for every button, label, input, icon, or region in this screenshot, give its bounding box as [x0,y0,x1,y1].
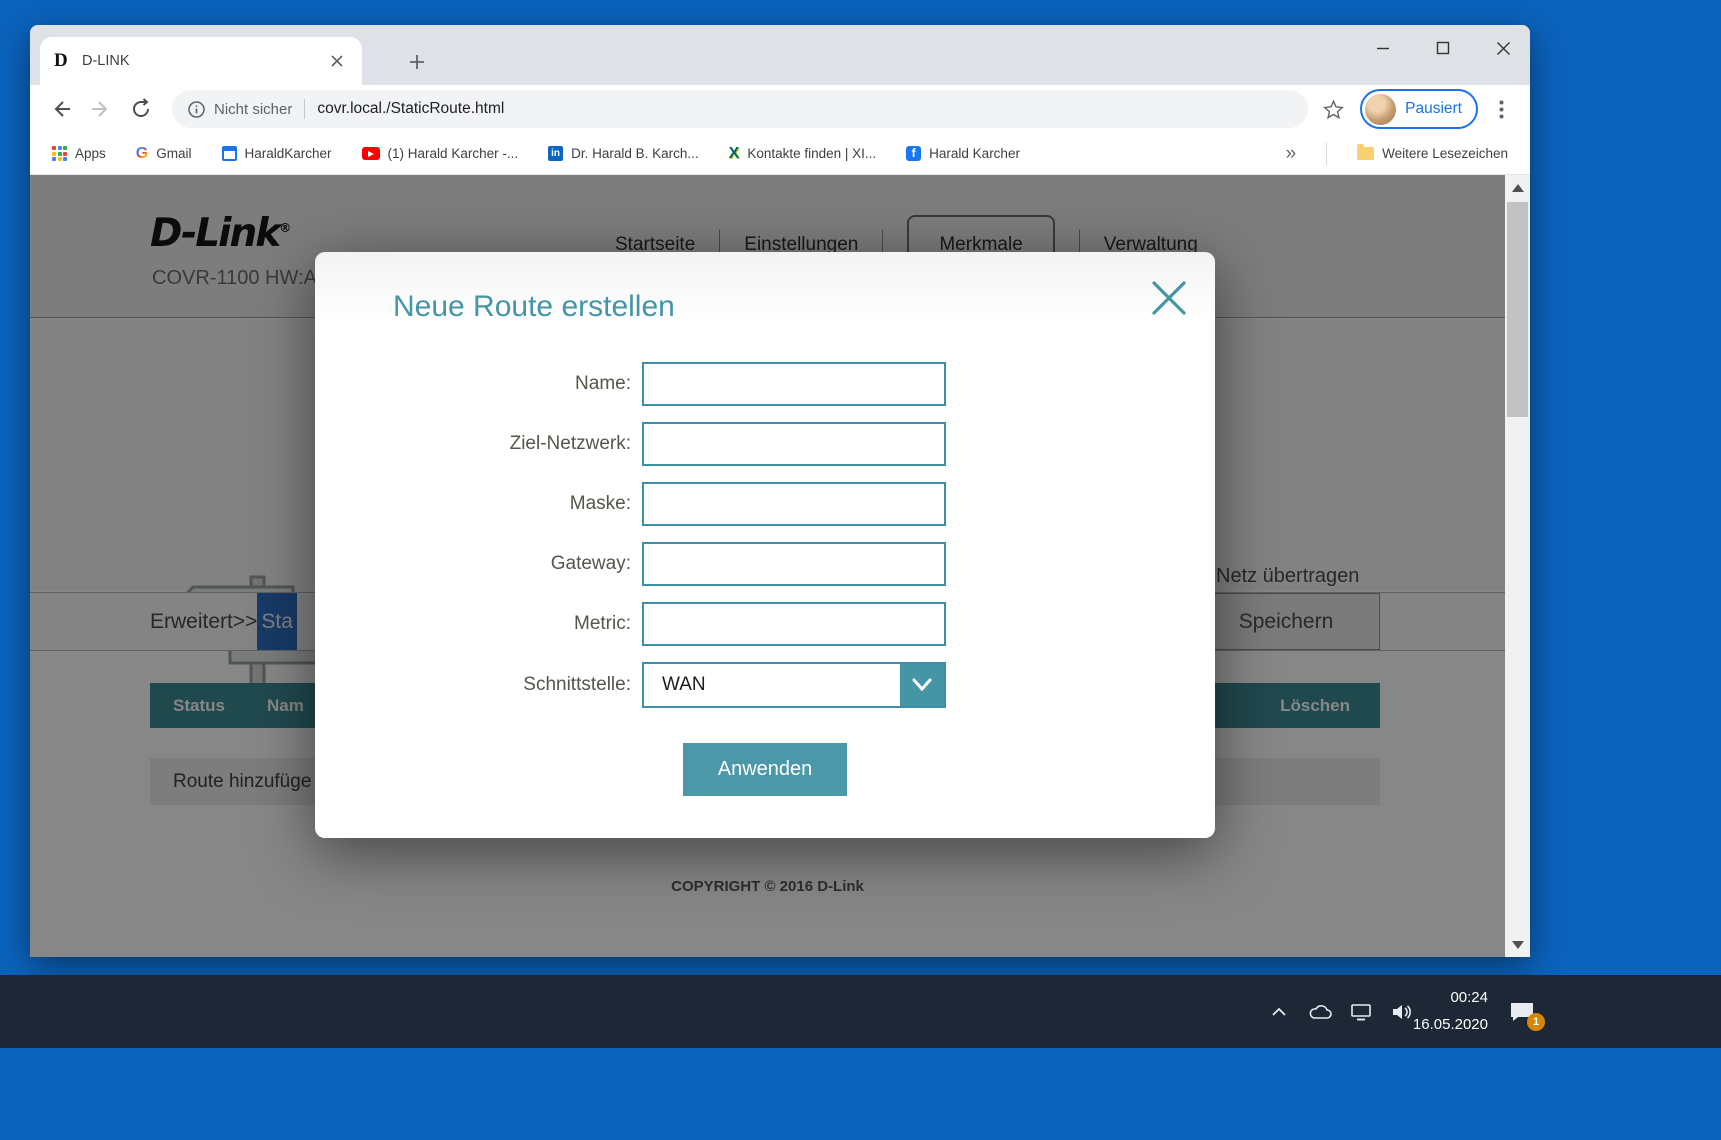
windows-taskbar: 00:24 16.05.2020 1 [0,975,1721,1048]
metric-label: Metric: [315,613,642,635]
new-tab-button[interactable] [402,47,432,77]
window-maximize-icon[interactable] [1428,33,1458,63]
network-icon[interactable] [1348,999,1374,1025]
linkedin-icon: in [548,146,563,161]
scrollbar-down-icon[interactable] [1505,932,1530,957]
interface-select-value: WAN [662,664,706,706]
window-close-icon[interactable] [1488,33,1518,63]
form-row-gateway: Gateway: [315,541,1215,587]
other-bookmarks-label: Weitere Lesezeichen [1382,146,1508,161]
window-frame-icon [222,146,237,161]
tray-chevron-up-icon[interactable] [1266,999,1292,1025]
window-controls [1368,33,1518,63]
avatar [1365,94,1396,125]
bookmark-label: Dr. Harald B. Karch... [571,146,699,161]
reload-icon[interactable] [124,92,158,126]
address-separator [304,99,305,119]
form-row-interface: Schnittstelle: WAN [315,662,1215,708]
tab-close-icon[interactable] [326,50,348,72]
name-field[interactable] [642,362,946,406]
back-icon[interactable] [44,92,78,126]
form-row-name: Name: [315,361,1215,407]
form-row-metric: Metric: [315,601,1215,647]
folder-icon [1357,147,1374,160]
bookmark-xing[interactable]: X Kontakte finden | XI... [729,146,877,162]
tab-title: D-LINK [82,53,326,69]
desktop: D D-LINK [0,0,1721,1140]
bookmarks-bar: Apps G Gmail HaraldKarcher (1) Harald Ka… [30,133,1530,175]
bookmark-facebook[interactable]: f Harald Karcher [906,146,1020,161]
scrollbar-thumb[interactable] [1507,202,1528,417]
scrollbar-up-icon[interactable] [1505,175,1530,200]
google-g-icon: G [136,146,148,162]
bookmarks-overflow-icon[interactable]: » [1286,143,1297,165]
bookmark-label: Gmail [156,146,191,161]
notification-badge: 1 [1527,1013,1545,1031]
info-icon[interactable] [188,101,205,118]
browser-tab[interactable]: D D-LINK [40,37,362,85]
bookmark-haraldkarcher[interactable]: HaraldKarcher [222,146,332,161]
facebook-icon: f [906,146,921,161]
browser-menu-icon[interactable] [1486,94,1516,124]
bookmark-youtube[interactable]: (1) Harald Karcher -... [362,146,519,161]
bookmarks-divider [1326,143,1327,165]
bookmark-label: (1) Harald Karcher -... [388,146,519,161]
interface-select[interactable]: WAN [642,662,946,708]
form-row-mask: Maske: [315,481,1215,527]
apps-grid-icon [52,146,67,161]
destination-network-field[interactable] [642,422,946,466]
page-scrollbar[interactable] [1505,175,1530,957]
forward-icon[interactable] [84,92,118,126]
gateway-field[interactable] [642,542,946,586]
new-route-modal: Neue Route erstellen Name: Ziel-Netzwerk… [315,252,1215,838]
interface-label: Schnittstelle: [315,674,642,696]
bookmark-gmail[interactable]: G Gmail [136,146,192,162]
name-label: Name: [315,373,642,395]
address-bar[interactable]: Nicht sicher covr.local./StaticRoute.htm… [172,90,1308,128]
onedrive-cloud-icon[interactable] [1307,999,1333,1025]
bookmark-apps[interactable]: Apps [52,146,106,161]
bookmark-label: HaraldKarcher [245,146,332,161]
gateway-label: Gateway: [315,553,642,575]
window-minimize-icon[interactable] [1368,33,1398,63]
form-row-destination: Ziel-Netzwerk: [315,421,1215,467]
action-center-button[interactable]: 1 [1508,975,1536,1048]
dlink-favicon-icon: D [54,50,74,72]
mask-field[interactable] [642,482,946,526]
modal-title: Neue Route erstellen [393,290,675,324]
apply-button[interactable]: Anwenden [683,743,847,796]
browser-window: D D-LINK [30,25,1530,957]
bookmark-linkedin[interactable]: in Dr. Harald B. Karch... [548,146,699,161]
bookmark-star-icon[interactable] [1316,92,1350,126]
system-tray [1266,975,1415,1048]
chevron-down-icon[interactable] [900,664,944,706]
mask-label: Maske: [315,493,642,515]
bookmark-label: Kontakte finden | XI... [747,146,876,161]
modal-close-icon[interactable] [1149,278,1189,318]
profile-pill[interactable]: Pausiert [1360,89,1478,129]
url-text: covr.local./StaticRoute.html [317,100,504,118]
profile-sync-label: Pausiert [1405,100,1462,118]
bookmark-label: Harald Karcher [929,146,1020,161]
metric-field[interactable] [642,602,946,646]
xing-icon: X [729,146,740,162]
security-label[interactable]: Nicht sicher [214,101,292,118]
browser-titlebar: D D-LINK [30,25,1530,85]
youtube-icon [362,147,380,160]
destination-label: Ziel-Netzwerk: [315,433,642,455]
clock-date: 16.05.2020 [1413,1012,1488,1038]
page-content: D-Link® COVR-1100 HW:A1 Startseite Einst… [30,175,1530,957]
browser-toolbar: Nicht sicher covr.local./StaticRoute.htm… [30,85,1530,133]
clock-time: 00:24 [1450,985,1488,1011]
other-bookmarks-button[interactable]: Weitere Lesezeichen [1357,146,1508,161]
bookmark-label: Apps [75,146,106,161]
taskbar-clock[interactable]: 00:24 16.05.2020 [1398,975,1488,1048]
